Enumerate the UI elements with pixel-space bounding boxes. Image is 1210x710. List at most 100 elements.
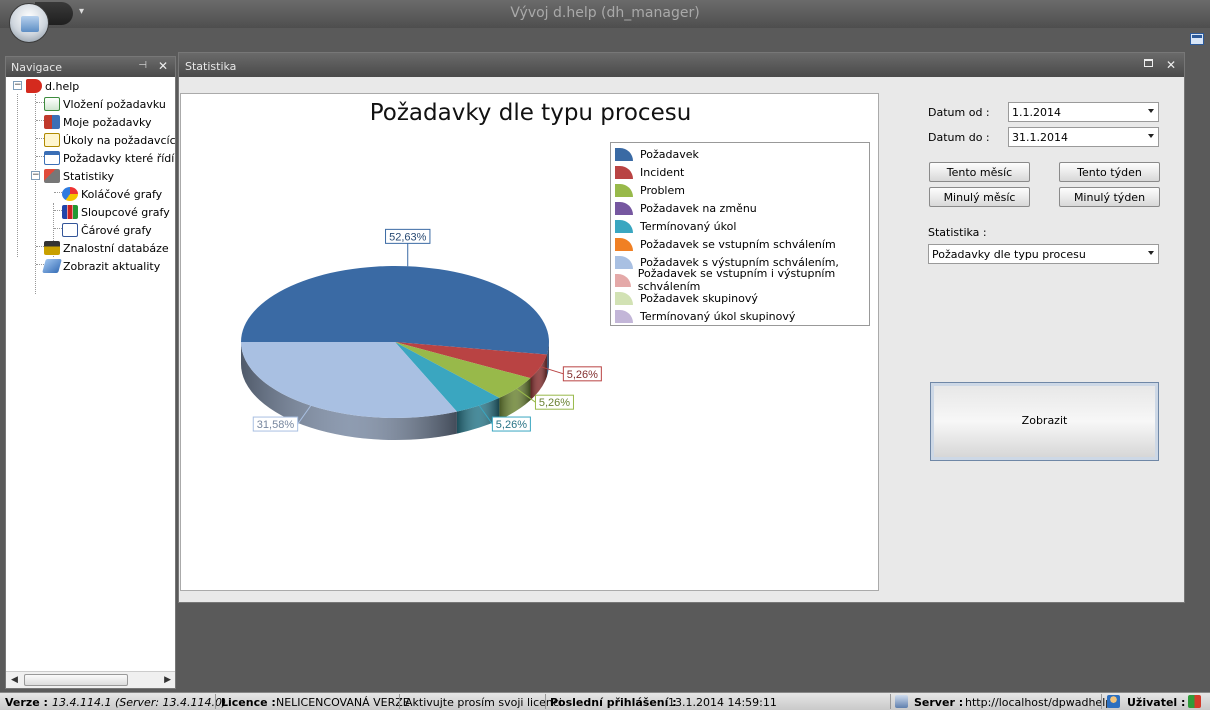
- close-icon[interactable]: ✕: [1166, 58, 1176, 72]
- application-menu-button[interactable]: [9, 3, 49, 43]
- tree-item-dhelp[interactable]: d.help: [26, 77, 79, 95]
- tree-item-label: Čárové grafy: [81, 223, 152, 237]
- date-from-label: Datum od :: [928, 106, 990, 119]
- collapse-statistics-icon[interactable]: −: [31, 171, 40, 180]
- statistics-document: Statistika ✕ 52,63% 5,26% 5,26% 5,26% 31,58%…: [178, 52, 1185, 603]
- app-icon: [21, 16, 39, 32]
- pin-icon[interactable]: ⊣: [138, 60, 147, 71]
- legend-label: Incident: [640, 165, 685, 179]
- data-label: 5,26%: [539, 397, 570, 409]
- horizontal-scrollbar[interactable]: ◀ ▶: [6, 671, 175, 688]
- legend-swatch: [615, 147, 633, 161]
- statistic-value: Požadavky dle typu procesu: [932, 248, 1086, 261]
- version-label: Verze :: [5, 696, 48, 709]
- calendar-icon[interactable]: [1190, 33, 1204, 45]
- tree-item-pie-charts[interactable]: Koláčové grafy: [62, 185, 162, 203]
- legend-item: Požadavek na změnu: [611, 199, 869, 217]
- line-chart-icon: [62, 223, 78, 237]
- legend-label: Požadavek se vstupním schválením: [640, 237, 836, 251]
- this-week-button[interactable]: Tento týden: [1059, 162, 1160, 182]
- date-from-picker[interactable]: 1.1.2014: [1008, 102, 1159, 122]
- last-login-value: 13.1.2014 14:59:11: [668, 696, 777, 709]
- version-value: 13.4.114.1 (Server: 13.4.114.0): [52, 696, 227, 709]
- navigation-header: Navigace ⊣ ✕: [6, 57, 175, 77]
- data-label: 52,63%: [389, 231, 427, 243]
- tasks-icon: [44, 133, 60, 147]
- maximize-icon[interactable]: [1144, 59, 1153, 67]
- add-request-icon: [44, 97, 60, 111]
- pie-chart-icon: [62, 187, 78, 201]
- scroll-left-icon[interactable]: ◀: [11, 675, 18, 685]
- chart-panel: 52,63% 5,26% 5,26% 5,26% 31,58% Požadavky dl…: [180, 93, 879, 591]
- licence-value: NELICENCOVANÁ VERZE: [276, 696, 410, 709]
- last-login-label: Poslední přihlášení :: [550, 696, 677, 709]
- statistic-select[interactable]: Požadavky dle typu procesu: [928, 244, 1159, 264]
- tree-item-label: Požadavky které řídím (: [63, 151, 175, 165]
- legend-swatch: [615, 219, 633, 233]
- chevron-down-icon[interactable]: [1148, 134, 1154, 138]
- tree-item-bar-charts[interactable]: Sloupcové grafy: [62, 203, 170, 221]
- navigation-tree: − − d.help Vložení požadavku Moje požada…: [6, 77, 175, 667]
- legend-swatch: [615, 255, 633, 269]
- last-month-button[interactable]: Minulý měsíc: [929, 187, 1030, 207]
- pie-slice: [241, 266, 549, 355]
- bar-chart-icon: [62, 205, 78, 219]
- tree-item-knowledge-base[interactable]: Znalostní databáze: [44, 239, 169, 257]
- tree-item-label: Úkoly na požadavcích: [63, 133, 175, 147]
- tree-item-add-request[interactable]: Vložení požadavku: [44, 95, 166, 113]
- chart-legend: Požadavek Incident Problem Požadavek na změ…: [610, 142, 870, 326]
- last-week-button[interactable]: Minulý týden: [1059, 187, 1160, 207]
- tree-item-line-charts[interactable]: Čárové grafy: [62, 221, 152, 239]
- legend-swatch: [615, 201, 633, 215]
- legend-item: Termínovaný úkol skupinový: [611, 307, 869, 325]
- scroll-right-icon[interactable]: ▶: [164, 675, 171, 685]
- legend-swatch: [615, 183, 633, 197]
- tree-item-label: Znalostní databáze: [63, 241, 169, 255]
- scrollbar-thumb[interactable]: [24, 674, 128, 686]
- tree-item-my-requests[interactable]: Moje požadavky: [44, 113, 152, 131]
- legend-item: Problem: [611, 181, 869, 199]
- knowledge-base-icon: [44, 241, 60, 255]
- tree-item-statistics[interactable]: Statistiky: [44, 167, 114, 185]
- server-value: http://localhost/dpwadhelp: [965, 696, 1113, 709]
- news-icon: [42, 259, 62, 273]
- tree-item-tasks[interactable]: Úkoly na požadavcích: [44, 131, 175, 149]
- tree-item-label: d.help: [45, 79, 80, 93]
- tree-item-news[interactable]: Zobrazit aktuality: [42, 257, 161, 275]
- logout-icon[interactable]: [1188, 695, 1201, 708]
- date-to-picker[interactable]: 31.1.2014: [1008, 127, 1159, 147]
- legend-swatch: [615, 273, 631, 287]
- activate-licence-link[interactable]: Aktivujte prosím svoji licenci: [405, 696, 562, 709]
- navigation-pane: Navigace ⊣ ✕ − − d.help Vložení požadavk…: [5, 56, 176, 689]
- document-title: Statistika: [185, 60, 237, 73]
- this-month-button[interactable]: Tento měsíc: [929, 162, 1030, 182]
- legend-label: Požadavek: [640, 147, 699, 161]
- legend-item: Požadavek se vstupním i výstupním schvál…: [611, 267, 869, 293]
- user-icon: [1107, 695, 1120, 708]
- tree-item-managed-requests[interactable]: Požadavky které řídím (: [44, 149, 175, 167]
- chevron-down-icon[interactable]: [1148, 251, 1154, 255]
- window-title: Vývoj d.help (dh_manager): [510, 5, 700, 21]
- collapse-dhelp-icon[interactable]: −: [13, 81, 22, 90]
- show-button[interactable]: Zobrazit: [930, 382, 1159, 461]
- data-label: 31,58%: [257, 419, 295, 431]
- tree-item-label: Statistiky: [63, 169, 114, 183]
- my-requests-icon: [44, 115, 60, 129]
- tree-item-label: Koláčové grafy: [81, 187, 163, 201]
- date-to-value: 31.1.2014: [1012, 131, 1068, 144]
- chevron-down-icon[interactable]: [1148, 109, 1154, 113]
- navigation-title: Navigace: [11, 61, 63, 74]
- legend-label: Požadavek skupinový: [640, 291, 758, 305]
- dhelp-logo-icon: [26, 79, 42, 93]
- legend-item: Požadavek: [611, 145, 869, 163]
- close-icon[interactable]: ✕: [158, 59, 168, 73]
- chart-title: Požadavky dle typu procesu: [369, 100, 692, 126]
- legend-swatch: [615, 165, 633, 179]
- licence-label: Licence :: [221, 696, 276, 709]
- data-label: 5,26%: [496, 419, 527, 431]
- calendar-icon: [44, 151, 60, 165]
- legend-label: Termínovaný úkol: [640, 219, 737, 233]
- statistic-label: Statistika :: [928, 226, 987, 239]
- tree-item-label: Zobrazit aktuality: [63, 259, 161, 273]
- legend-label: Problem: [640, 183, 685, 197]
